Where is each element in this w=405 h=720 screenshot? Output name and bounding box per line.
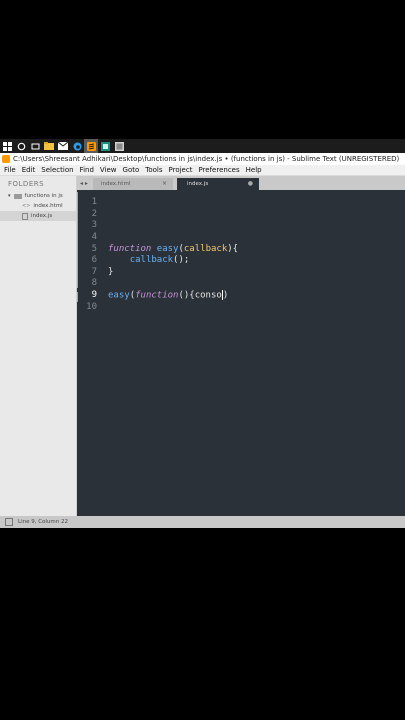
menu-item-file[interactable]: File [4,166,16,174]
tab-label: index.js [187,181,209,187]
sidebar-file-index-js[interactable]: index.js [0,211,76,221]
code-line-6: callback(); [108,255,190,265]
line-number: 7 [91,267,97,277]
line-number: 8 [91,278,97,288]
tab-index-html[interactable]: index.html × [93,178,173,190]
status-bar: Line 9, Column 22 [0,516,405,528]
menu-item-help[interactable]: Help [246,166,262,174]
tab-label: index.html [101,181,131,187]
code-function-name: easy [156,244,179,254]
menu-bar: File Edit Selection Find View Goto Tools… [0,165,405,176]
sidebar-file-label: index.js [31,213,53,219]
folder-icon [13,193,22,199]
menu-item-selection[interactable]: Selection [41,166,73,174]
line-gutter: 1 2 3 4 5 6 7 8 9 10 [77,190,99,516]
file-code-icon: <> [22,203,31,209]
code-line-9: easy(function(){conso) [108,290,228,301]
code-line-5: function easy(callback){ [108,244,238,254]
menu-item-view[interactable]: View [100,166,117,174]
code-function-call: easy [108,290,130,301]
window-title: C:\Users\Shreesant Adhikari\Desktop\func… [13,155,400,163]
code-punct: ){ [227,244,239,254]
chevron-down-icon: ▾ [8,193,11,199]
code-editor[interactable]: 1 2 3 4 5 6 7 8 9 10 function easy(callb… [77,190,405,516]
panel-toggle-icon[interactable] [5,518,13,526]
line-number: 6 [91,255,97,265]
code-text: (){conso [178,290,222,301]
sidebar: FOLDERS ▾ functions in js <> index.html … [0,176,77,516]
window-titlebar: C:\Users\Shreesant Adhikari\Desktop\func… [0,153,405,165]
sublime-text-icon [2,155,10,163]
line-number: 10 [86,302,97,312]
taskbar [0,139,405,153]
sidebar-folder[interactable]: ▾ functions in js [0,191,76,201]
line-number: 3 [91,220,97,230]
sidebar-heading: FOLDERS [8,180,45,188]
cursor-position: Line 9, Column 22 [18,519,69,525]
line-number-current: 9 [91,290,97,300]
task-view-icon[interactable] [28,139,42,153]
sidebar-file-label: index.html [33,203,63,209]
sidebar-file-index-html[interactable]: <> index.html [0,201,76,211]
file-icon [22,212,28,220]
menu-item-find[interactable]: Find [80,166,94,174]
sidebar-folder-label: functions in js [24,193,63,199]
code-line-7: } [108,267,113,277]
code-argument: callback [183,244,228,254]
close-icon[interactable]: × [162,180,167,187]
line-number: 2 [91,209,97,219]
code-keyword: function [135,290,179,301]
code-keyword: function [108,244,152,254]
mail-icon[interactable] [56,139,70,153]
menu-item-goto[interactable]: Goto [123,166,140,174]
file-explorer-icon[interactable] [42,139,56,153]
menu-item-preferences[interactable]: Preferences [198,166,239,174]
tab-bar: index.html × index.js ● [77,176,405,190]
sublime-text-icon[interactable] [84,139,98,153]
search-icon[interactable] [14,139,28,153]
line-number: 5 [91,244,97,254]
tab-index-js[interactable]: index.js ● [177,178,259,190]
menu-item-project[interactable]: Project [169,166,193,174]
edge-browser-icon[interactable] [70,139,84,153]
windows-start-icon[interactable] [0,139,14,153]
line-number: 1 [91,197,97,207]
code-function-call: callback [129,255,174,265]
app-icon[interactable] [98,139,112,153]
code-punct: (); [173,255,190,265]
app-icon-2[interactable] [112,139,126,153]
unsaved-dot-icon[interactable]: ● [248,180,253,187]
line-number: 4 [91,232,97,242]
code-punct: } [108,267,114,277]
code-punct: ) [222,290,229,301]
menu-item-tools[interactable]: Tools [145,166,162,174]
menu-item-edit[interactable]: Edit [22,166,36,174]
tab-nav-arrows-icon[interactable]: ◂ ▸ [80,180,88,187]
screen: C:\Users\Shreesant Adhikari\Desktop\func… [0,139,405,528]
